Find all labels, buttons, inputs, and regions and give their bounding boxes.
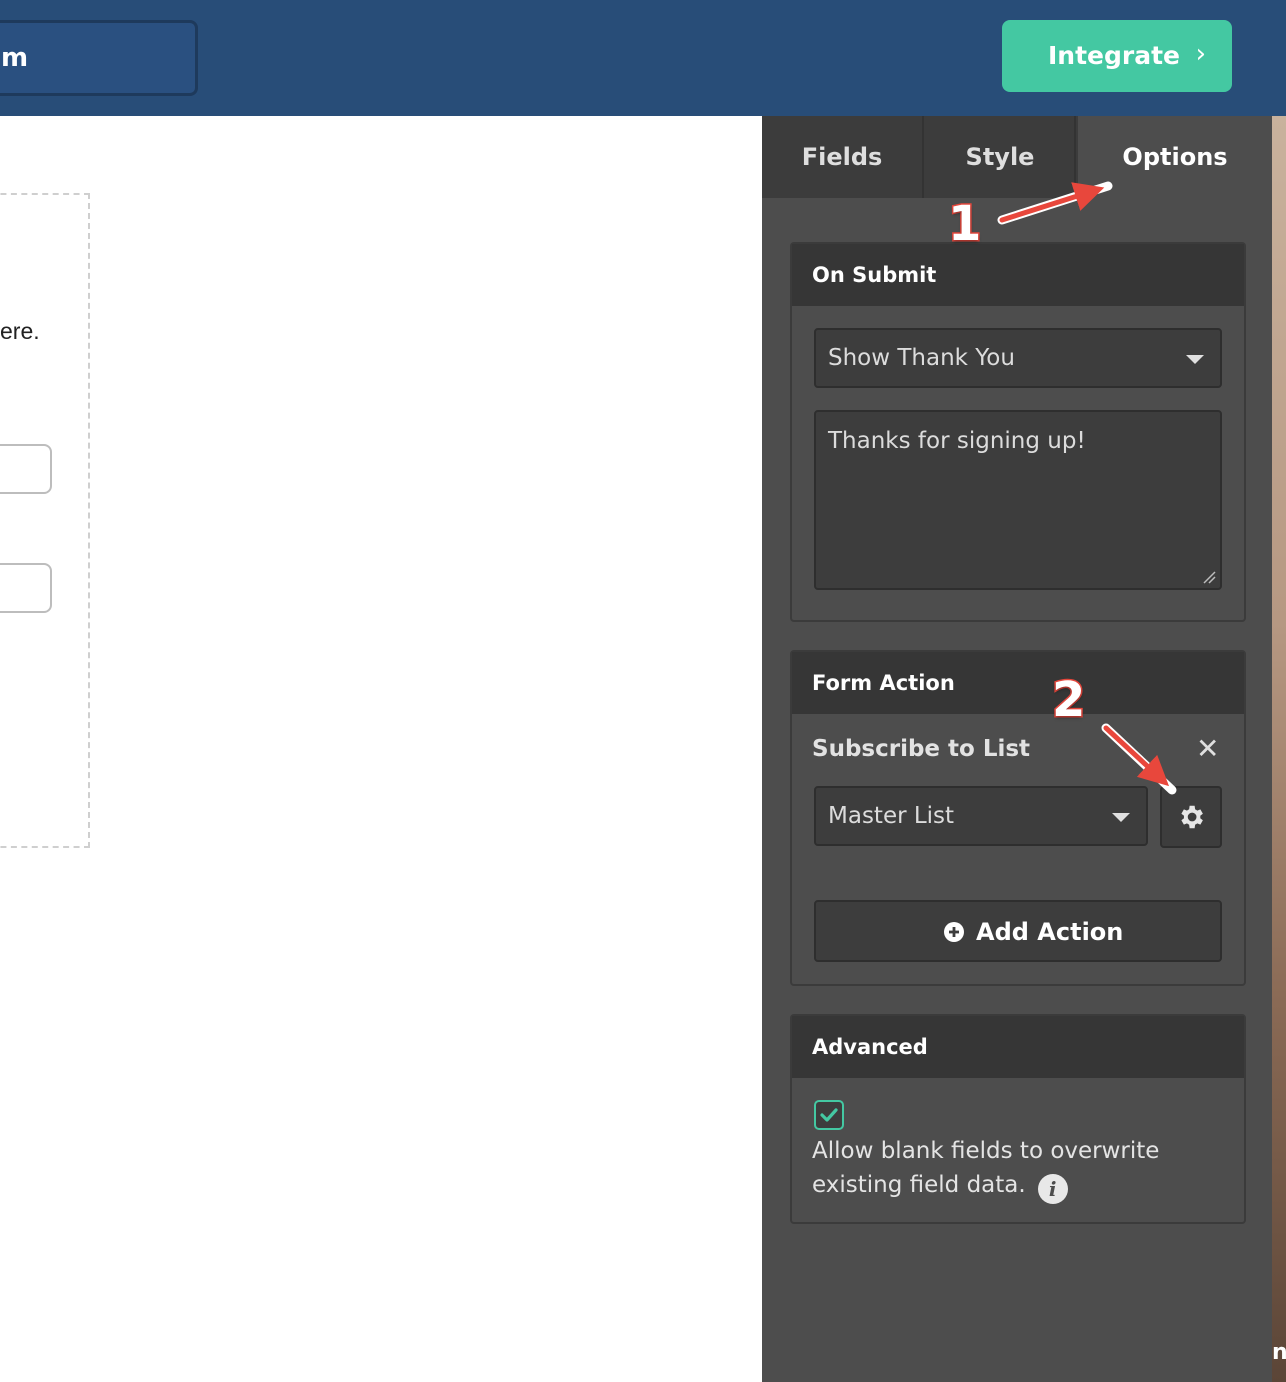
background-photo-text: n) xyxy=(1272,1340,1286,1365)
advanced-title: Advanced xyxy=(792,1016,1244,1078)
remove-action-icon[interactable]: ✕ xyxy=(1196,732,1219,765)
add-action-label: Add Action xyxy=(976,918,1124,946)
chevron-down-icon xyxy=(1112,813,1130,822)
tab-style[interactable]: Style xyxy=(926,116,1076,198)
background-photo xyxy=(1272,116,1286,1382)
preview-field-2[interactable] xyxy=(0,563,52,613)
checkmark-icon xyxy=(820,1108,838,1122)
advanced-panel: Advanced Allow blank fields to overwrite… xyxy=(790,1014,1246,1224)
options-sidebar: Fields Style Options On Submit Show Than… xyxy=(762,116,1272,1382)
on-submit-select-value: Show Thank You xyxy=(828,345,1015,371)
add-action-button[interactable]: Add Action xyxy=(814,900,1222,962)
form-preview[interactable] xyxy=(0,193,90,848)
on-submit-panel: On Submit Show Thank You Thanks for sign… xyxy=(790,242,1246,622)
chevron-right-icon: › xyxy=(1195,39,1206,69)
sidebar-tabs: Fields Style Options xyxy=(762,116,1272,198)
on-submit-select[interactable]: Show Thank You xyxy=(814,328,1222,388)
list-select[interactable]: Master List xyxy=(814,786,1148,846)
chevron-down-icon xyxy=(1186,355,1204,364)
list-settings-button[interactable] xyxy=(1160,786,1222,848)
integrate-label: Integrate xyxy=(1048,41,1181,70)
plus-circle-icon xyxy=(944,922,964,942)
overwrite-checkbox[interactable] xyxy=(814,1100,844,1130)
top-bar: m Integrate › xyxy=(0,0,1286,116)
form-name-text: m xyxy=(1,43,29,73)
tab-fields[interactable]: Fields xyxy=(762,116,924,198)
form-action-panel: Form Action Subscribe to List ✕ Master L… xyxy=(790,650,1246,986)
form-name-field[interactable]: m xyxy=(0,20,198,96)
thank-you-message-textarea[interactable]: Thanks for signing up! xyxy=(814,410,1222,590)
integrate-button[interactable]: Integrate › xyxy=(1002,20,1232,92)
step-1-number: 1 xyxy=(946,195,982,254)
form-action-title: Form Action xyxy=(792,652,1244,714)
step-2-number: 2 xyxy=(1050,671,1086,730)
subscribe-to-list-label: Subscribe to List xyxy=(812,736,1031,762)
overwrite-label-container: Allow blank fields to overwrite existing… xyxy=(812,1134,1192,1204)
preview-field-1[interactable] xyxy=(0,444,52,494)
gear-icon xyxy=(1181,805,1203,829)
on-submit-title: On Submit xyxy=(792,244,1244,306)
list-select-value: Master List xyxy=(828,803,955,829)
thank-you-message-text: Thanks for signing up! xyxy=(828,428,1086,454)
tab-options[interactable]: Options xyxy=(1078,116,1272,198)
info-icon[interactable]: i xyxy=(1037,1174,1068,1204)
overwrite-label: Allow blank fields to overwrite existing… xyxy=(812,1138,1160,1198)
resize-handle-icon[interactable] xyxy=(1202,570,1216,584)
preview-description: ere. xyxy=(0,318,40,344)
